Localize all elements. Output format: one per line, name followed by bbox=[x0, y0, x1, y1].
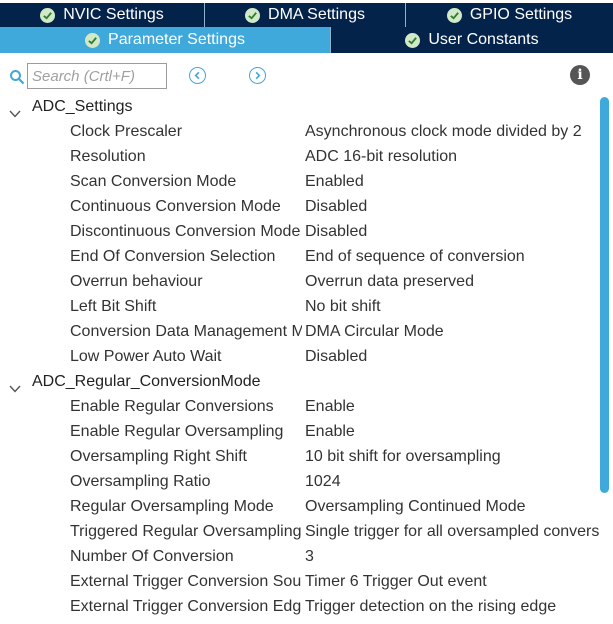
parameter-row[interactable]: End Of Conversion Selection End of sequen… bbox=[0, 244, 600, 269]
parameter-row[interactable]: Low Power Auto Wait Disabled bbox=[0, 344, 600, 369]
parameter-row[interactable]: Discontinuous Conversion Mode Disabled bbox=[0, 219, 600, 244]
parameter-value[interactable]: Timer 6 Trigger Out event bbox=[305, 569, 600, 594]
parameter-tree: ADC_Settings Clock Prescaler Asynchronous … bbox=[0, 94, 600, 624]
parameter-row[interactable]: Clock Prescaler Asynchronous clock mode d… bbox=[0, 119, 600, 144]
parameter-row[interactable]: Conversion Data Management M. DMA Circula… bbox=[0, 319, 600, 344]
parameter-value[interactable]: 1024 bbox=[305, 469, 600, 494]
arrow-left-icon[interactable] bbox=[189, 67, 206, 84]
tab-parameter-settings[interactable]: Parameter Settings bbox=[0, 27, 331, 53]
group-label: ADC_Regular_ConversionMode bbox=[32, 373, 261, 390]
check-circle-icon bbox=[405, 32, 421, 48]
parameter-name: Triggered Regular Oversampling bbox=[70, 523, 302, 540]
tab-dma-settings[interactable]: DMA Settings bbox=[205, 3, 406, 27]
parameter-name: Continuous Conversion Mode bbox=[70, 198, 281, 215]
parameter-value[interactable]: Oversampling Continued Mode bbox=[305, 494, 600, 519]
chevron-down-icon[interactable] bbox=[9, 377, 21, 393]
parameter-name: External Trigger Conversion Edg. bbox=[70, 598, 302, 615]
group-label: ADC_Settings bbox=[32, 98, 133, 115]
search-icon bbox=[9, 69, 25, 85]
search-input[interactable] bbox=[27, 63, 167, 89]
parameter-row[interactable]: Left Bit Shift No bit shift bbox=[0, 294, 600, 319]
tab-nvic-settings[interactable]: NVIC Settings bbox=[0, 3, 205, 27]
parameter-name: Conversion Data Management M. bbox=[70, 323, 302, 340]
scrollbar-thumb[interactable] bbox=[600, 97, 609, 493]
parameter-name: Low Power Auto Wait bbox=[70, 348, 222, 365]
tab-label: DMA Settings bbox=[268, 6, 365, 23]
parameter-name: Overrun behaviour bbox=[70, 273, 203, 290]
parameter-value[interactable]: ADC 16-bit resolution bbox=[305, 144, 600, 169]
parameter-row[interactable]: Overrun behaviour Overrun data preserved bbox=[0, 269, 600, 294]
parameter-name: Scan Conversion Mode bbox=[70, 173, 237, 190]
parameter-value[interactable]: Asynchronous clock mode divided by 2 bbox=[305, 119, 600, 144]
tab-label: GPIO Settings bbox=[469, 6, 573, 23]
parameter-value[interactable]: No bit shift bbox=[305, 294, 600, 319]
parameter-row[interactable]: Enable Regular Oversampling Enable bbox=[0, 419, 600, 444]
parameter-value[interactable]: Overrun data preserved bbox=[305, 269, 600, 294]
parameter-value[interactable]: Trigger detection on the rising edge bbox=[305, 594, 600, 619]
parameter-row[interactable]: Continuous Conversion Mode Disabled bbox=[0, 194, 600, 219]
parameter-value[interactable]: Single trigger for all oversampled conve… bbox=[305, 519, 600, 544]
parameter-row[interactable]: Enable Regular Conversions Enable bbox=[0, 394, 600, 419]
parameter-row[interactable]: Regular Oversampling Mode Oversampling Co… bbox=[0, 494, 600, 519]
info-icon[interactable]: i bbox=[570, 65, 590, 85]
search-toolbar: i bbox=[0, 61, 613, 91]
parameter-name: Regular Oversampling Mode bbox=[70, 498, 274, 515]
parameter-name: Oversampling Right Shift bbox=[70, 448, 247, 465]
parameter-name: Enable Regular Oversampling bbox=[70, 423, 284, 440]
tab-label: User Constants bbox=[428, 31, 539, 48]
tab-label: Parameter Settings bbox=[108, 31, 245, 48]
parameter-row[interactable]: External Trigger Conversion Sou. Timer 6 … bbox=[0, 569, 600, 594]
tab-user-constants[interactable]: User Constants bbox=[331, 27, 613, 53]
chevron-down-icon[interactable] bbox=[9, 102, 21, 118]
parameter-row[interactable]: Scan Conversion Mode Enabled bbox=[0, 169, 600, 194]
parameter-row[interactable]: Number Of Conversion 3 bbox=[0, 544, 600, 569]
parameter-row[interactable]: Resolution ADC 16-bit resolution bbox=[0, 144, 600, 169]
arrow-right-icon[interactable] bbox=[249, 67, 266, 84]
parameter-row[interactable]: External Trigger Conversion Edg. Trigger … bbox=[0, 594, 600, 619]
parameter-value[interactable]: Disabled bbox=[305, 344, 600, 369]
parameter-value[interactable]: Disabled bbox=[305, 194, 600, 219]
parameter-name: Enable Regular Conversions bbox=[70, 398, 274, 415]
parameter-name: External Trigger Conversion Sou. bbox=[70, 573, 302, 590]
check-circle-icon bbox=[245, 7, 261, 23]
tab-bar-top: NVIC Settings DMA Settings GPIO Settings bbox=[0, 3, 613, 27]
parameter-value[interactable]: Enable bbox=[305, 419, 600, 444]
parameter-value[interactable]: DMA Circular Mode bbox=[305, 319, 600, 344]
parameter-name: Resolution bbox=[70, 148, 146, 165]
parameter-name: Clock Prescaler bbox=[70, 123, 183, 140]
parameter-name: Left Bit Shift bbox=[70, 298, 157, 315]
parameter-name: Number Of Conversion bbox=[70, 548, 234, 565]
group-header[interactable]: ADC_Regular_ConversionMode bbox=[0, 369, 600, 394]
parameter-row[interactable]: Oversampling Right Shift 10 bit shift for… bbox=[0, 444, 600, 469]
check-circle-icon bbox=[446, 7, 462, 23]
parameter-value[interactable]: 3 bbox=[305, 544, 600, 569]
tab-bar-bottom: Parameter Settings User Constants bbox=[0, 27, 613, 53]
parameter-value[interactable]: Enabled bbox=[305, 169, 600, 194]
parameter-value[interactable]: End of sequence of conversion bbox=[305, 244, 600, 269]
parameter-value[interactable]: Disabled bbox=[305, 219, 600, 244]
parameter-name: Oversampling Ratio bbox=[70, 473, 211, 490]
parameter-row[interactable]: Triggered Regular Oversampling Single tri… bbox=[0, 519, 600, 544]
tab-label: NVIC Settings bbox=[63, 6, 164, 23]
tab-gpio-settings[interactable]: GPIO Settings bbox=[406, 3, 613, 27]
parameter-value[interactable]: 10 bit shift for oversampling bbox=[305, 444, 600, 469]
parameter-row[interactable]: Oversampling Ratio 1024 bbox=[0, 469, 600, 494]
check-circle-icon bbox=[85, 32, 101, 48]
parameter-name: Discontinuous Conversion Mode bbox=[70, 223, 301, 240]
group-header[interactable]: ADC_Settings bbox=[0, 94, 600, 119]
parameter-value[interactable]: Enable bbox=[305, 394, 600, 419]
parameter-name: End Of Conversion Selection bbox=[70, 248, 276, 265]
check-circle-icon bbox=[40, 7, 56, 23]
